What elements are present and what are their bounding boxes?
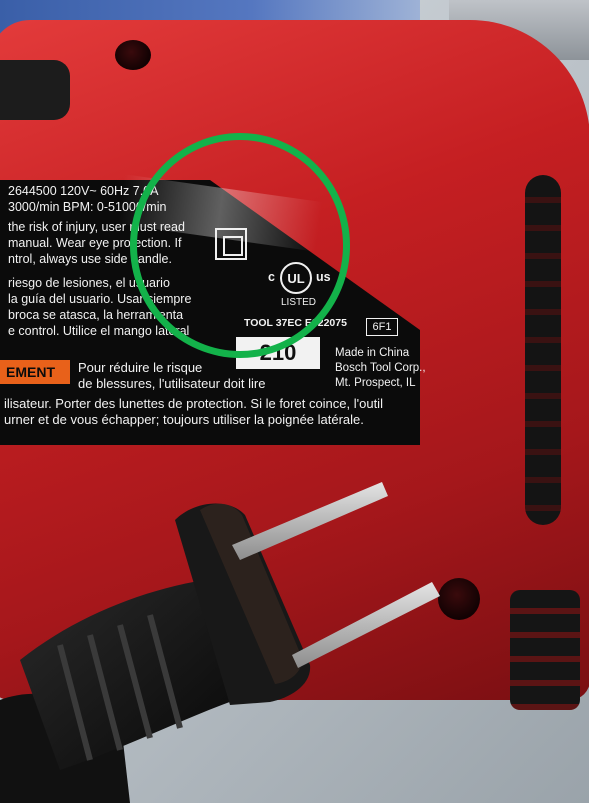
- label-line-12: ilisateur. Porter des lunettes de protec…: [4, 396, 383, 411]
- made-in-line-1: Made in China: [335, 347, 410, 359]
- made-in-line-3: Mt. Prospect, IL: [335, 377, 416, 389]
- code-box: 6F1: [366, 318, 398, 336]
- warning-badge: EMENT: [0, 360, 70, 384]
- label-line-10: Pour réduire le risque: [78, 360, 203, 375]
- label-line-9: e control. Utilice el mango lateral: [8, 324, 190, 338]
- bottom-prong: [292, 582, 440, 668]
- label-line-1: 2644500 120V~ 60Hz 7.0A: [8, 184, 159, 198]
- rubber-grip: [0, 60, 70, 120]
- top-prong: [232, 482, 388, 560]
- power-plug: [0, 482, 440, 803]
- made-in-line-2: Bosch Tool Corp.,: [335, 362, 426, 374]
- drill-photo: 2644500 120V~ 60Hz 7.0A 3000/min BPM: 0-…: [0, 0, 589, 803]
- screw-hole-top: [115, 40, 151, 70]
- label-line-13: urner et de vous échapper; toujours util…: [4, 412, 364, 427]
- label-line-11: de blessures, l'utilisateur doit lire: [78, 376, 266, 391]
- highlight-circle: [130, 133, 350, 358]
